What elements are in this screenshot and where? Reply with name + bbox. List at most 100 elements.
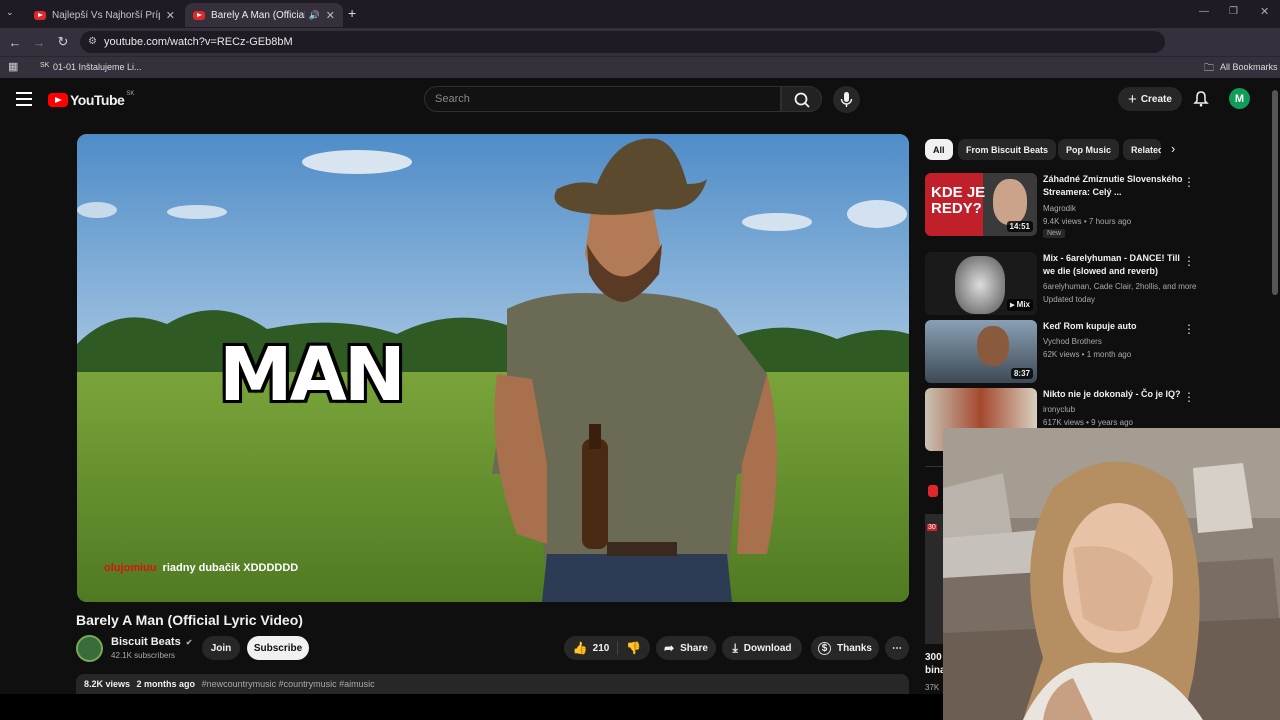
chat-username: olujomiuu	[104, 562, 157, 574]
tab-list-dropdown[interactable]: ⌄	[6, 7, 14, 18]
create-button[interactable]: + Create	[1118, 87, 1182, 111]
chip-all[interactable]: All	[925, 139, 953, 160]
webcam-overlay	[943, 428, 1280, 720]
join-button[interactable]: Join	[202, 636, 240, 660]
create-label: Create	[1140, 93, 1172, 105]
thumbs-down-icon[interactable]: 👎	[618, 641, 641, 655]
kebab-menu-icon[interactable]: ⋮	[1183, 322, 1195, 336]
chip-pop-music[interactable]: Pop Music	[1058, 139, 1120, 160]
youtube-logo[interactable]: YouTube SK	[48, 91, 135, 108]
search-button[interactable]	[781, 86, 822, 112]
chat-overlay: olujomiuu riadny dubačik XDDDDDD	[104, 562, 298, 574]
share-label: Share	[680, 642, 708, 654]
shorts-icon[interactable]	[928, 485, 938, 497]
partial-thumbnail[interactable]: 30	[925, 514, 943, 644]
chevron-right-icon[interactable]: ›	[1171, 141, 1175, 156]
rec-channel: Vychod Brothers	[1043, 337, 1102, 346]
country-code: SK	[126, 91, 135, 97]
subscribe-button[interactable]: Subscribe	[247, 636, 309, 660]
thumbs-up-icon: 👍	[572, 641, 588, 655]
thumbnail-figure	[955, 256, 1005, 314]
more-actions-icon[interactable]: ⋯	[885, 636, 909, 660]
tab-title: Barely A Man (Official Lyric	[211, 9, 305, 21]
user-avatar[interactable]: M	[1229, 88, 1250, 109]
thumbnail-face	[993, 179, 1027, 225]
share-button[interactable]: ➦ Share	[656, 636, 716, 660]
recommendation-item[interactable]: 8:37 Keď Rom kupuje auto Vychod Brothers…	[925, 320, 1270, 384]
download-icon: ⤓	[732, 640, 738, 655]
download-label: Download	[743, 642, 792, 654]
voice-search-button[interactable]	[833, 86, 860, 113]
partial-thumb-badge: 30	[927, 524, 937, 531]
search-icon	[794, 92, 810, 108]
close-tab-icon[interactable]: ✕	[326, 9, 335, 22]
video-title: Barely A Man (Official Lyric Video)	[76, 612, 303, 628]
logo-wordmark: YouTube	[70, 92, 125, 108]
verified-check-icon: ✔	[185, 638, 193, 647]
rec-meta: 62K views • 1 month ago	[1043, 350, 1132, 359]
tab-inactive[interactable]: Najlepší Vs Najhorší Prípady z ✕	[26, 3, 183, 27]
partial-rec-line3: 37K	[925, 683, 940, 692]
like-count: 210	[592, 642, 610, 654]
chat-message: riadny dubačik XDDDDDD	[162, 562, 299, 574]
recommendation-item[interactable]: KDE JE REDY? 14:51 Záhadné Zmiznutie Slo…	[925, 173, 1270, 238]
hamburger-menu-icon[interactable]	[16, 92, 32, 106]
youtube-favicon-icon	[34, 10, 46, 20]
restore-window-button[interactable]: ❐	[1229, 6, 1238, 17]
bookmark-item[interactable]: 01-01 Inštalujeme Li...	[53, 62, 142, 72]
rec-title: Keď Rom kupuje auto	[1043, 321, 1137, 331]
site-info-icon[interactable]: ⚙	[88, 36, 97, 47]
rec-title: Záhadné Zmiznutie Slovenského Streamera:…	[1043, 174, 1183, 197]
partial-rec-line1: 300	[925, 652, 942, 663]
url-field[interactable]: ⚙ youtube.com/watch?v=RECz-GEb8bM	[80, 31, 1165, 53]
thanks-dollar-icon: $	[817, 641, 831, 655]
description-box[interactable]: 8.2K views 2 months ago #newcountrymusic…	[76, 674, 909, 694]
divider	[925, 466, 943, 467]
minimize-window-button[interactable]: —	[1199, 6, 1209, 17]
notifications-bell-icon[interactable]	[1192, 90, 1210, 108]
kebab-menu-icon[interactable]: ⋮	[1183, 254, 1195, 268]
microphone-icon	[840, 92, 853, 107]
channel-name[interactable]: Biscuit Beats ✔	[111, 636, 192, 648]
kebab-menu-icon[interactable]: ⋮	[1183, 390, 1195, 404]
close-window-button[interactable]: ✕	[1260, 5, 1269, 18]
new-badge: New	[1043, 229, 1066, 238]
tab-title: Najlepší Vs Najhorší Prípady z	[52, 9, 160, 21]
rec-title: Nikto nie je dokonalý - Čo je IQ?	[1043, 389, 1181, 399]
hashtags[interactable]: #newcountrymusic #countrymusic #aimusic	[202, 679, 375, 689]
youtube-play-icon	[48, 93, 68, 107]
channel-name-text: Biscuit Beats	[111, 636, 181, 648]
download-button[interactable]: ⤓ Download	[722, 636, 802, 660]
rec-channel: Magrodik	[1043, 204, 1076, 213]
thanks-button[interactable]: $ Thanks	[811, 636, 879, 660]
rec-meta: 9.4K views • 7 hours ago	[1043, 217, 1132, 226]
browser-tab-bar: ⌄ Najlepší Vs Najhorší Prípady z ✕ Barel…	[0, 0, 1280, 28]
reload-icon[interactable]: ↻	[51, 34, 75, 50]
tab-active[interactable]: Barely A Man (Official Lyric 🔊 ✕	[185, 3, 343, 27]
search-input[interactable]: Search	[424, 86, 781, 112]
close-tab-icon[interactable]: ✕	[166, 9, 175, 22]
thanks-label: Thanks	[836, 642, 872, 654]
webcam-image	[943, 428, 1280, 720]
rec-channel: 6arelyhuman, Cade Clair, 2hollis, and mo…	[1043, 282, 1197, 291]
kebab-menu-icon[interactable]: ⋮	[1183, 175, 1195, 189]
share-arrow-icon: ➦	[664, 641, 675, 655]
thumbnail: KDE JE REDY? 14:51	[925, 173, 1037, 236]
new-tab-button[interactable]: +	[348, 5, 356, 21]
chip-related[interactable]: Related	[1123, 139, 1161, 160]
page-scrollbar[interactable]	[1272, 90, 1278, 295]
recommendation-item[interactable]: ⫸ Mix Mix - 6arelyhuman - DANCE! Till we…	[925, 252, 1270, 316]
speaker-icon[interactable]: 🔊	[309, 10, 320, 21]
video-frame	[77, 134, 909, 602]
forward-arrow-icon[interactable]: →	[27, 35, 51, 50]
apps-grid-icon[interactable]: ▦	[8, 60, 18, 73]
back-arrow-icon[interactable]: ←	[3, 35, 27, 50]
video-player[interactable]: MAN	[77, 134, 909, 602]
rec-title: Mix - 6arelyhuman - DANCE! Till we die (…	[1043, 253, 1180, 276]
thumbnail: ⫸ Mix	[925, 252, 1037, 315]
like-button[interactable]: 👍 210	[573, 641, 619, 655]
view-count: 8.2K views	[84, 679, 131, 689]
all-bookmarks-link[interactable]: All Bookmarks	[1220, 62, 1278, 72]
channel-avatar[interactable]	[76, 635, 103, 662]
chip-from-channel[interactable]: From Biscuit Beats	[958, 139, 1057, 160]
